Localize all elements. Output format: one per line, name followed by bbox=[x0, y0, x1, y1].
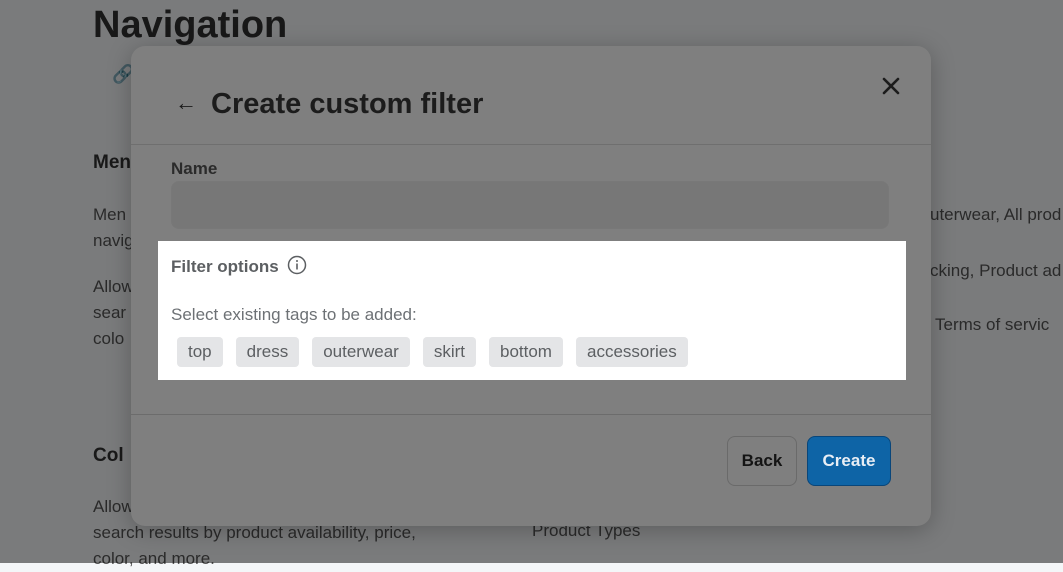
info-icon[interactable] bbox=[287, 255, 307, 275]
tag-outerwear[interactable]: outerwear bbox=[312, 337, 410, 367]
tag-accessories[interactable]: accessories bbox=[575, 337, 688, 367]
filter-options-section: Filter options Select existing tags to b… bbox=[158, 241, 906, 380]
back-button[interactable]: Back bbox=[727, 436, 797, 486]
select-tags-prompt: Select existing tags to be added: bbox=[171, 305, 417, 324]
close-icon[interactable] bbox=[879, 74, 903, 98]
arrow-left-icon[interactable]: ← bbox=[175, 90, 197, 116]
tag-skirt[interactable]: skirt bbox=[422, 337, 476, 367]
footer-divider bbox=[131, 414, 931, 415]
create-button[interactable]: Create bbox=[807, 436, 891, 486]
filter-options-label: Filter options bbox=[171, 257, 279, 276]
name-label: Name bbox=[171, 159, 218, 178]
modal-header: ← Create custom filter bbox=[131, 46, 931, 145]
tag-dress[interactable]: dress bbox=[235, 337, 300, 367]
tag-list: top dress outerwear skirt bottom accesso… bbox=[177, 337, 688, 367]
tag-bottom[interactable]: bottom bbox=[489, 337, 563, 367]
tag-top[interactable]: top bbox=[177, 337, 223, 367]
modal-title: Create custom filter bbox=[211, 88, 484, 120]
name-input[interactable] bbox=[171, 181, 889, 229]
